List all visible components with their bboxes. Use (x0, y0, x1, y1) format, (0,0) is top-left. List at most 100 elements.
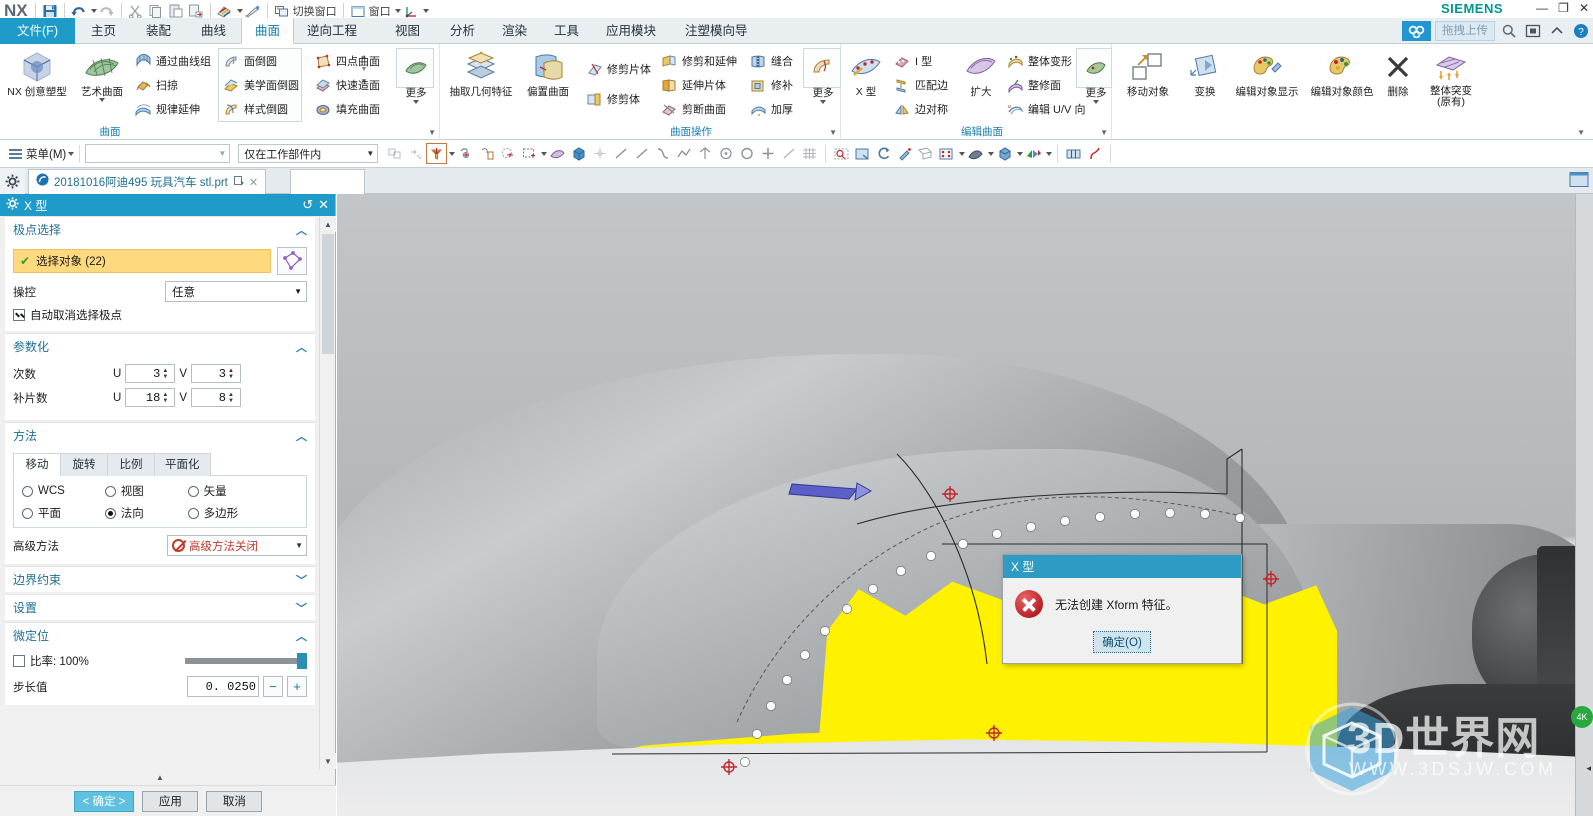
tab-move[interactable]: 移动 (13, 453, 61, 476)
degree-v-input[interactable] (191, 366, 226, 381)
dialog-scrollbar[interactable]: ▲ ▼ (319, 216, 336, 769)
ribbon-button-reshape-face[interactable]: 整修面 (1005, 74, 1061, 96)
ribbon-button-sew[interactable]: 缝合 (748, 50, 793, 72)
point-cross-icon[interactable] (757, 143, 778, 164)
circle-center-icon[interactable] (715, 143, 736, 164)
section-header-boundary-constraint[interactable]: 边界约束 ﹀ (5, 566, 315, 592)
window-label[interactable]: 窗口 (369, 3, 391, 19)
selection-intent-icon[interactable] (497, 143, 518, 164)
section-header-parameterization[interactable]: 参数化 ︿ (5, 333, 315, 359)
chevron-down-icon[interactable]: ﹀ (296, 572, 307, 588)
tab-file[interactable]: 文件(F) (0, 18, 75, 44)
section-header-method[interactable]: 方法 ︿ (5, 422, 315, 448)
step-value-input[interactable] (194, 679, 256, 694)
degree-u-input[interactable] (126, 366, 161, 381)
radio-polygon[interactable]: 多边形 (187, 505, 271, 521)
fit-view-icon[interactable] (831, 143, 852, 164)
ribbon-button-edge-symmetry[interactable]: 边对称 (892, 98, 948, 120)
viewport-icon[interactable] (1569, 171, 1589, 193)
axis-icon[interactable] (694, 143, 715, 164)
curve-analysis-icon[interactable] (1084, 143, 1105, 164)
document-tab[interactable]: 20181016阿迪495 玩具汽车 stl.prt ✕ (28, 169, 267, 194)
circle-icon[interactable] (736, 143, 757, 164)
ribbon-button-face-blend[interactable]: 面倒圆 (221, 50, 277, 72)
chevron-down-icon[interactable] (99, 98, 105, 102)
collapse-ribbon-icon[interactable] (1547, 21, 1567, 41)
ribbon-button-trim-sheet[interactable]: 修剪片体 (584, 58, 651, 80)
patches-u-input[interactable] (126, 390, 161, 405)
tab-curve[interactable]: 曲线 (188, 18, 239, 44)
ribbon-button-trim-extend[interactable]: 修剪和延伸 (659, 50, 737, 72)
scroll-down-arrow[interactable]: ▼ (320, 753, 336, 769)
scrollbar-thumb[interactable] (322, 234, 334, 354)
cancel-button[interactable]: 取消 (206, 790, 263, 812)
tab-view[interactable]: 视图 (382, 18, 433, 44)
step-increase-button[interactable]: + (287, 676, 307, 697)
radio-vector[interactable]: 矢量 (187, 483, 271, 499)
tab-rotate[interactable]: 旋转 (60, 453, 108, 476)
ribbon-button-patch[interactable]: 修补 (748, 74, 793, 96)
spline-icon[interactable] (652, 143, 673, 164)
ribbon-button-enlarge[interactable]: 扩大 (960, 48, 1002, 98)
ribbon-button-aesthetic-face-blend[interactable]: 美学面倒圆 (221, 74, 299, 96)
ribbon-button-creative-shape[interactable]: NX 创意塑型 (4, 48, 70, 98)
help-icon[interactable]: ? (1571, 21, 1591, 41)
ribbon-button-move-object[interactable]: 移动对象 (1119, 48, 1177, 98)
pin-icon[interactable] (233, 175, 244, 189)
color-style-caret-icon[interactable] (1046, 151, 1053, 156)
ribbon-button-fill-surface[interactable]: 填充曲面 (313, 98, 380, 120)
cloud-share-icon[interactable] (1402, 21, 1431, 41)
tab-render[interactable]: 渲染 (489, 18, 540, 44)
ribbon-button-four-point-surface[interactable]: 四点曲面 (313, 50, 380, 72)
ribbon-group-expand-surface[interactable]: ▼ (428, 128, 436, 137)
chevron-down-icon[interactable] (1093, 100, 1099, 104)
select-object-field[interactable]: ✔ 选择对象 (22) (13, 249, 271, 273)
tab-application-modules[interactable]: 应用模块 (593, 18, 669, 44)
tangent-line-icon[interactable] (778, 143, 799, 164)
tab-tools[interactable]: 工具 (541, 18, 592, 44)
tab-assembly[interactable]: 装配 (133, 18, 184, 44)
ratio-checkbox[interactable]: 比率: 100% (13, 653, 89, 669)
patches-v-input[interactable] (191, 390, 226, 405)
section-header-settings[interactable]: 设置 ﹀ (5, 594, 315, 620)
step-decrease-button[interactable]: − (263, 676, 283, 697)
perspective-icon[interactable] (915, 143, 936, 164)
ribbon-button-more-surface[interactable]: 更多 (394, 49, 438, 104)
chevron-down-icon[interactable]: ﹀ (296, 600, 307, 616)
tab-surface[interactable]: 曲面 (241, 18, 295, 44)
snap-point-icon[interactable] (455, 143, 476, 164)
face-select-icon[interactable] (547, 143, 568, 164)
radio-normal[interactable]: 法向 (104, 505, 188, 521)
ribbon-button-match-edge[interactable]: 匹配边 (892, 74, 948, 96)
ratio-slider[interactable] (185, 653, 307, 669)
ribbon-button-extend-sheet[interactable]: 延伸片体 (659, 74, 726, 96)
ribbon-button-global-deform[interactable]: 整体变形 (1005, 50, 1072, 72)
line-icon[interactable] (610, 143, 631, 164)
fullscreen-icon[interactable] (1523, 21, 1543, 41)
menu-button[interactable]: 菜单(M) (26, 146, 66, 162)
datum-line-icon[interactable] (631, 143, 652, 164)
wcs-dropdown-caret[interactable] (422, 9, 429, 13)
type-filter-icon[interactable] (426, 143, 448, 164)
menu-icon[interactable] (5, 143, 26, 164)
degree-u-stepper[interactable]: ▲▼ (125, 364, 176, 383)
selection-scope-combo[interactable]: 仅在工作部件内 ▼ (238, 144, 379, 163)
ribbon-button-edit-object-color[interactable]: 编辑对象颜色 (1306, 48, 1378, 98)
restore-button[interactable]: ❐ (1558, 0, 1569, 16)
no-selection-icon[interactable] (405, 143, 426, 164)
wireframe-snap-icon[interactable] (476, 143, 497, 164)
ribbon-button-extract-geometry[interactable]: 抽取几何特征 (445, 48, 517, 98)
section-header-micro-positioning[interactable]: 微定位 ︿ (5, 622, 315, 648)
ribbon-button-law-extension[interactable]: 规律延伸 (133, 98, 200, 120)
chevron-up-icon[interactable]: ︿ (296, 428, 307, 444)
patches-u-stepper[interactable]: ▲▼ (125, 388, 176, 407)
error-ok-button[interactable]: 确定(O) (1093, 631, 1151, 653)
tab-planarize[interactable]: 平面化 (154, 453, 211, 476)
apply-button[interactable]: 应用 (142, 790, 199, 812)
pan-icon[interactable] (894, 143, 915, 164)
close-button[interactable]: ✕ (1579, 0, 1589, 16)
ribbon-button-more-surface-ops[interactable]: 更多 (801, 49, 845, 104)
ribbon-button-snip-surface[interactable]: 剪断曲面 (659, 98, 726, 120)
stepper-arrows[interactable]: ▲ ▼ (162, 392, 168, 404)
stepper-arrows[interactable]: ▲ ▼ (228, 368, 234, 380)
